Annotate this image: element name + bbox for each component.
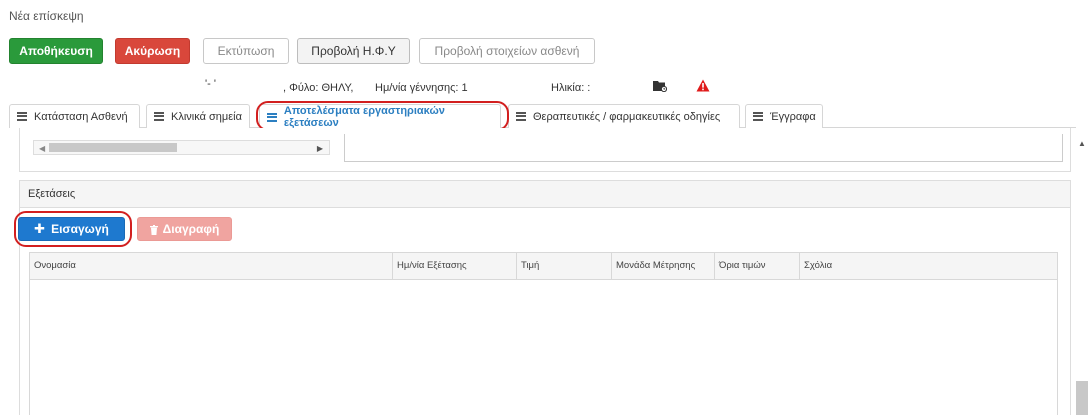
print-button[interactable]: Εκτύπωση bbox=[203, 38, 289, 64]
notes-textarea[interactable] bbox=[344, 134, 1063, 162]
list-icon bbox=[154, 112, 164, 121]
app-root: Νέα επίσκεψη Αποθήκευση Ακύρωση Εκτύπωση… bbox=[0, 0, 1088, 415]
delete-label: Διαγραφή bbox=[162, 222, 220, 236]
save-button[interactable]: Αποθήκευση bbox=[9, 38, 103, 64]
column-header-date[interactable]: Ημ/νία Εξέτασης bbox=[393, 253, 517, 280]
tab-label: Κλινικά σημεία bbox=[171, 110, 242, 123]
scroll-left-icon[interactable]: ◀ bbox=[39, 144, 45, 153]
column-header-comments[interactable]: Σχόλια bbox=[800, 253, 1058, 280]
tab-lab-results[interactable]: Αποτελέσματα εργαστηριακών εξετάσεων bbox=[259, 104, 501, 129]
tab-documents[interactable]: Έγγραφα bbox=[745, 104, 823, 128]
patient-gender: , Φύλο: ΘΗΛΥ, bbox=[283, 82, 354, 94]
patient-age: Ηλικία: : bbox=[551, 82, 591, 94]
tab-label: Κατάσταση Ασθενή bbox=[34, 110, 128, 123]
cancel-button[interactable]: Ακύρωση bbox=[115, 38, 190, 64]
exams-table: Ονομασία Ημ/νία Εξέτασης Τιμή Μονάδα Μέτ… bbox=[29, 252, 1058, 415]
horizontal-scrollbar[interactable]: ◀ ▶ bbox=[33, 140, 330, 155]
tab-label: Έγγραφα bbox=[770, 110, 816, 123]
plus-icon: ✚ bbox=[34, 221, 46, 236]
table-header: Ονομασία Ημ/νία Εξέτασης Τιμή Μονάδα Μέτ… bbox=[30, 253, 1057, 280]
vertical-scroll-thumb[interactable] bbox=[1076, 381, 1088, 415]
scroll-up-icon[interactable]: ▲ bbox=[1078, 139, 1086, 148]
tab-label: Αποτελέσματα εργαστηριακών εξετάσεων bbox=[283, 105, 445, 129]
column-header-unit[interactable]: Μονάδα Μέτρησης bbox=[612, 253, 715, 280]
patient-dob: Ημ/νία γέννησης: 1 bbox=[375, 82, 468, 94]
column-header-range[interactable]: Όρια τιμών bbox=[715, 253, 800, 280]
view-patient-info-button[interactable]: Προβολή στοιχείων ασθενή bbox=[419, 38, 595, 64]
delete-button[interactable]: Διαγραφή bbox=[137, 217, 232, 241]
scroll-right-icon[interactable]: ▶ bbox=[317, 144, 323, 153]
tab-clinical-signs[interactable]: Κλινικά σημεία bbox=[146, 104, 250, 128]
list-icon bbox=[17, 112, 27, 121]
column-header-value[interactable]: Τιμή bbox=[517, 253, 612, 280]
tab-therapeutic-instructions[interactable]: Θεραπευτικές / φαρμακευτικές οδηγίες bbox=[508, 104, 740, 128]
insert-button[interactable]: ✚ Εισαγωγή bbox=[18, 217, 125, 241]
scroll-thumb[interactable] bbox=[49, 143, 177, 152]
trash-icon bbox=[149, 224, 158, 235]
page-title: Νέα επίσκεψη bbox=[9, 9, 84, 23]
column-header-name[interactable]: Ονομασία bbox=[30, 253, 393, 280]
folder-icon[interactable] bbox=[653, 79, 668, 93]
list-icon bbox=[516, 112, 526, 121]
insert-label: Εισαγωγή bbox=[51, 222, 109, 236]
tab-label: Θεραπευτικές / φαρμακευτικές οδηγίες bbox=[533, 110, 721, 123]
tab-patient-status[interactable]: Κατάσταση Ασθενή bbox=[9, 104, 140, 128]
view-ehr-button[interactable]: Προβολή Η.Φ.Υ bbox=[297, 38, 410, 64]
patient-name: '- ' bbox=[205, 78, 216, 90]
exams-section-title: Εξετάσεις bbox=[20, 181, 1070, 208]
list-icon bbox=[753, 112, 763, 121]
list-icon bbox=[267, 112, 277, 122]
warning-icon[interactable] bbox=[696, 79, 710, 92]
